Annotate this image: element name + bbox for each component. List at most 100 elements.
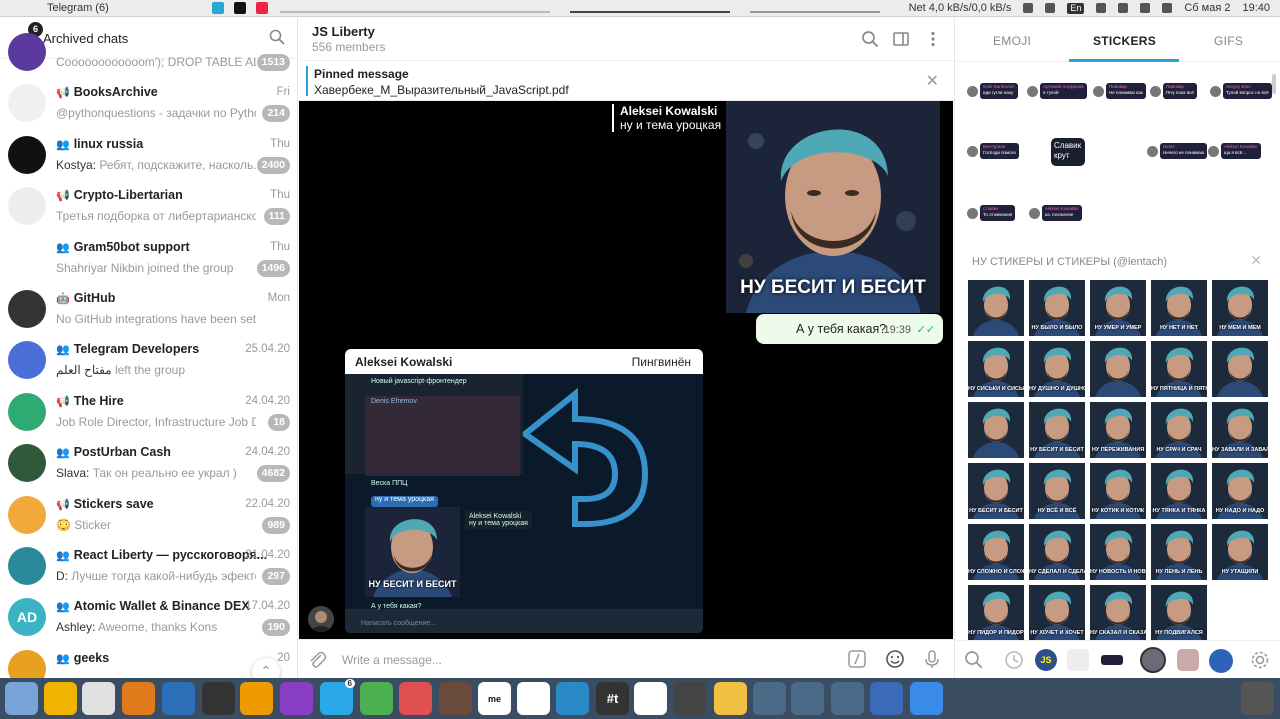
wifi-icon[interactable] [1023, 3, 1034, 13]
dock-app-gimp-icon[interactable] [439, 682, 472, 715]
dock-app-email-icon[interactable] [240, 682, 273, 715]
sidebar-toggle-icon[interactable] [892, 30, 910, 48]
app-tray-icon[interactable] [234, 2, 246, 14]
chat-list-item[interactable]: 📢 The Hire 24.04.20 Job Role Director, Inf… [0, 387, 297, 438]
chat-list-item[interactable]: 📢 BooksArchive Fri @pythonquestions - зада… [0, 78, 297, 129]
settings-gear-icon[interactable] [1249, 649, 1271, 671]
dock-app-start-icon[interactable] [5, 682, 38, 715]
bot-commands-icon[interactable] [847, 649, 867, 669]
sticker-item[interactable]: НУ СДЕЛАЛ И СДЕЛАЛ [1029, 524, 1085, 580]
set-icon-js[interactable]: JS [1035, 649, 1057, 671]
dock-app-t-icon[interactable]: #t [596, 682, 629, 715]
system-date[interactable]: Сб мая 2 [1184, 2, 1230, 14]
sticker-item[interactable] [1212, 341, 1268, 397]
search-icon[interactable] [861, 30, 879, 48]
dock-app-monitor-icon[interactable] [556, 682, 589, 715]
recent-sticker[interactable]: Артемий Ануфриев я тупой [1027, 82, 1087, 100]
sticker-item[interactable]: НУ НАДО И НАДО [1212, 463, 1268, 519]
microphone-icon[interactable] [922, 649, 942, 669]
chat-list-item[interactable]: 👥 linux russia Thu Kostya: Ребят, подскажит… [0, 130, 297, 181]
pinned-message-bar[interactable]: Pinned message Хавербеке_М_Выразительный… [299, 61, 953, 101]
dock-app-pomodoro-icon[interactable] [399, 682, 432, 715]
sticker-item[interactable]: НУ ЛЕНЬ И ЛЕНЬ [1151, 524, 1207, 580]
photo-author[interactable]: Aleksei Kowalski [355, 355, 452, 369]
chat-list-item[interactable]: Coooooooooooom'); DROP TABLE ALL; ...151… [0, 27, 297, 78]
set-icon[interactable] [1177, 649, 1199, 671]
forwarded-photo-message[interactable]: Aleksei Kowalski Пингвинён Новый javascr… [345, 349, 703, 633]
chat-list-item[interactable]: 🤖 GitHub Mon No GitHub integrations have b… [0, 284, 297, 335]
sticker-item[interactable] [1090, 341, 1146, 397]
sticker-item[interactable]: НУ ПЕРЕЖИВАНИЯ [1090, 402, 1146, 458]
sticker-item[interactable]: НУ БЕСИТ И БЕСИТ [968, 463, 1024, 519]
dock-app-me-icon[interactable]: me [478, 682, 511, 715]
chat-list-item[interactable]: 👥 Gram50bot support Thu Shahriyar Nikbin j… [0, 233, 297, 284]
pinned-text[interactable]: Хавербеке_М_Выразительный_JavaScript.pdf [314, 83, 569, 97]
sticker-item[interactable]: НУ ПИДОР И ПИДОР [968, 585, 1024, 641]
sticker-message[interactable]: НУ БЕСИТ И БЕСИТ [726, 101, 940, 313]
dock-app-podcast-icon[interactable] [280, 682, 313, 715]
sticker-item[interactable]: НУ УТАЩИЛИ [1212, 524, 1268, 580]
message-input[interactable]: Write a message... [342, 653, 442, 667]
dock-app-qt-icon[interactable] [753, 682, 786, 715]
recent-sticker[interactable]: Славик То отжимания [967, 204, 1016, 222]
search-icon[interactable] [963, 649, 985, 671]
recent-sticker[interactable]: Пивовар Не понимаю как [1093, 82, 1146, 100]
sticker-item[interactable]: НУ НЕТ И НЕТ [1151, 280, 1207, 336]
dock-app-telegram-icon[interactable]: 6 [320, 679, 355, 715]
dock-app-slack-icon[interactable] [517, 682, 550, 715]
scroll-to-top-button[interactable]: ⌃ [252, 658, 280, 678]
app-tray-icon[interactable] [212, 2, 224, 14]
dock-app-firefox-icon[interactable] [162, 682, 195, 715]
chat-header[interactable]: JS Liberty 556 members [299, 18, 953, 61]
chat-list-item[interactable]: 👥 PostUrban Cash 24.04.20 Slava: Так он реа… [0, 438, 297, 489]
dock-app-qt-icon[interactable] [791, 682, 824, 715]
volume-icon[interactable] [1140, 3, 1151, 13]
tab-emoji[interactable]: EMOJI [993, 34, 1031, 48]
dock-app-sketch-icon[interactable] [714, 682, 747, 715]
battery-icon[interactable] [1162, 3, 1173, 13]
sticker-item[interactable]: НУ УМЕР И УМЕР [1090, 280, 1146, 336]
sticker-item[interactable]: НУ СРАЧ И СРАЧ [1151, 402, 1207, 458]
dock-app-qt-icon[interactable] [831, 682, 864, 715]
recent-sticker[interactable]: Aleksei Kowalski аз. госиналне [1029, 204, 1082, 222]
dock-app-trash-icon[interactable] [1241, 682, 1274, 715]
sticker-item[interactable] [968, 280, 1024, 336]
chat-list-item[interactable]: 📢 Crypto-Libertarian Thu Третья подборка о… [0, 181, 297, 232]
sticker-item[interactable]: НУ ТЯНКА И ТЯНКА [1151, 463, 1207, 519]
more-options-icon[interactable] [924, 30, 942, 48]
dock-app-sublime-icon[interactable] [122, 682, 155, 715]
sticker-item[interactable]: НУ НОВОСТЬ И НОВОСТЬ [1090, 524, 1146, 580]
close-icon[interactable]: ✕ [926, 71, 939, 91]
sticker-item[interactable]: НУ КОТИК И КОТИК [1090, 463, 1146, 519]
dock-app-camera-icon[interactable] [634, 682, 667, 715]
chart-icon[interactable] [1045, 3, 1056, 13]
dock-app-files-icon[interactable] [44, 682, 77, 715]
dock-app-remmina-icon[interactable] [870, 682, 903, 715]
sticker-item[interactable]: НУ СКАЗАЛ И СКАЗАЛ [1090, 585, 1146, 641]
sticker-item[interactable]: НУ БЕСИТ И БЕСИТ [1029, 402, 1085, 458]
set-icon[interactable] [1067, 649, 1089, 671]
keyboard-layout[interactable]: En [1067, 2, 1085, 14]
attach-icon[interactable] [307, 649, 327, 669]
sticker-item[interactable]: НУ ЗАВАЛИ И ЗАВАЛИ [1212, 402, 1268, 458]
sticker-item[interactable]: НУ ХОЧЕТ И ХОЧЕТ [1029, 585, 1085, 641]
screenshot-photo[interactable]: Новый javascript-фронтендер Denis Efremo… [345, 374, 703, 633]
recent-sticker[interactable]: Denis Ничего не понимаю [1147, 142, 1208, 160]
panel-scrollbar[interactable] [1272, 74, 1276, 94]
chat-title[interactable]: JS Liberty [312, 24, 375, 39]
close-icon[interactable]: ✕ [1250, 252, 1262, 269]
recent-sticker[interactable]: Пивовар ПНу пока всё [1150, 82, 1197, 100]
sender-avatar[interactable] [308, 606, 334, 632]
dropbox-icon[interactable] [1118, 3, 1129, 13]
sticker-item[interactable]: НУ СЛОЖНО И СЛОЖНО [968, 524, 1024, 580]
dock-app-more-icon[interactable] [910, 682, 943, 715]
outgoing-message[interactable]: А у тебя какая? 19:39 ✓✓ [756, 314, 943, 344]
dock-app-toggle-icon[interactable] [360, 682, 393, 715]
set-icon-selected[interactable] [1140, 647, 1166, 673]
recent-sticker[interactable]: Вентуриан Господи помоги [967, 142, 1019, 160]
sticker-item[interactable]: НУ СИСЬКИ И СИСЬКИ [968, 341, 1024, 397]
chat-list-item[interactable]: 📢 Stickers save 22.04.20 😳 Sticker 989 [0, 490, 297, 541]
tab-stickers[interactable]: STICKERS [1093, 34, 1156, 48]
chat-list-item[interactable]: AD 👥 Atomic Wallet & Binance DEX 17.04.20 As… [0, 592, 297, 643]
sticker-item[interactable]: НУ ДУШНО И ДУШНО [1029, 341, 1085, 397]
